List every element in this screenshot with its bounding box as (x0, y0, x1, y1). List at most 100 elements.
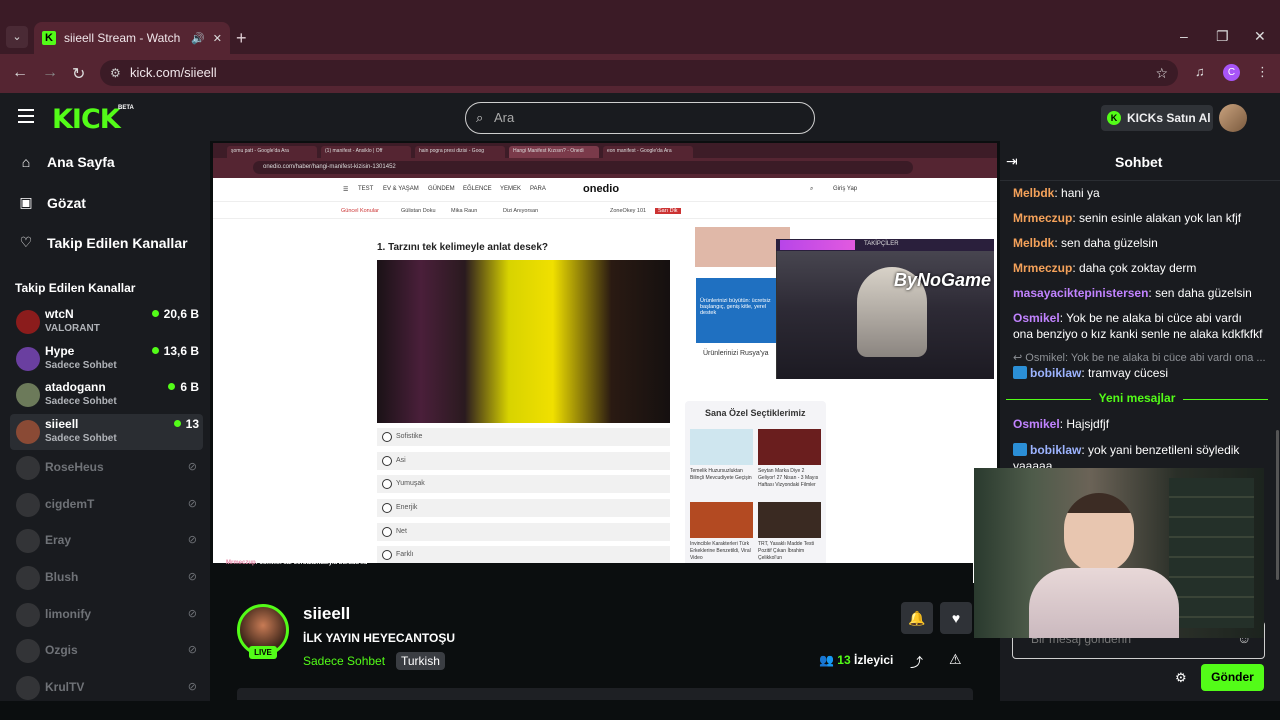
live-badge: LIVE (249, 646, 277, 659)
site-info-icon[interactable]: ⚙ (110, 60, 121, 86)
chat-message: Mrmeczup: senin esinle alakan yok lan kf… (1013, 211, 1242, 225)
video-player[interactable]: şomu patt - Google'da Ara (1) manifest -… (213, 143, 997, 583)
site-search-icon: ⌕ (810, 186, 814, 192)
ad-banner: Ürünlerinizi büyütün: ücretsiz başlangıç… (696, 278, 776, 343)
quiz-option: Sofistike (377, 428, 670, 446)
avatar (16, 529, 40, 553)
nav-following[interactable]: ♡ Takip Edilen Kanallar (18, 234, 188, 251)
chat-message: Melbdk: hani ya (1013, 186, 1100, 200)
chat-message: masayaciktepinistersen: sen daha güzelsi… (1013, 286, 1252, 300)
radio-icon (382, 550, 392, 560)
bookmark-star-icon[interactable]: ☆ (1155, 60, 1168, 86)
offline-icon: ⊘ (187, 571, 197, 583)
channel-item-offline[interactable]: limonify ⊘ (10, 597, 203, 633)
send-button[interactable]: Gönder (1201, 664, 1264, 691)
webcam-face (1064, 493, 1134, 573)
channel-item-offline[interactable]: cigdemT ⊘ (10, 487, 203, 523)
minimize-icon[interactable]: – (1180, 28, 1188, 44)
channel-item-offline[interactable]: Blush ⊘ (10, 560, 203, 596)
option-label: Net (396, 528, 407, 535)
streamer-name[interactable]: siieell (303, 604, 350, 624)
channel-category: Sadece Sohbet (45, 360, 117, 371)
beta-label: BETA (118, 105, 134, 111)
nav-home-label: Ana Sayfa (47, 154, 115, 170)
site-nav-item: EĞLENCE (463, 186, 492, 192)
close-window-icon[interactable]: ✕ (1254, 28, 1266, 45)
radio-icon (382, 456, 392, 466)
forward-icon[interactable]: → (42, 64, 58, 82)
page-scrollbar[interactable] (1276, 430, 1279, 580)
channel-item-offline[interactable]: KrulTV ⊘ (10, 670, 203, 706)
stream-category[interactable]: Sadece Sohbet (303, 654, 385, 668)
about-panel (237, 688, 973, 700)
follow-heart-button[interactable]: ♥ (940, 602, 972, 634)
channel-item-offline[interactable]: Ozgis ⊘ (10, 633, 203, 669)
speaker-icon[interactable]: 🔊 (191, 32, 205, 45)
channel-category: Sadece Sohbet (45, 433, 117, 444)
address-bar[interactable]: ⚙ kick.com/siieell ☆ (100, 60, 1178, 86)
user-avatar[interactable] (1219, 104, 1247, 132)
reload-icon[interactable]: ↻ (72, 64, 85, 84)
nav-browse[interactable]: ▣ Gözat (18, 194, 86, 211)
chat-title: Sohbet (1115, 154, 1163, 170)
channel-name: RoseHeus (45, 460, 104, 474)
channel-item-offline[interactable]: Eray ⊘ (10, 523, 203, 559)
chat-message: Osmikel: Yok be ne alaka bi cüce abi var… (1013, 311, 1263, 341)
channel-item-offline[interactable]: RoseHeus ⊘ (10, 450, 203, 486)
search-icon: ⌕ (476, 110, 484, 125)
channel-item-hype[interactable]: Hype Sadece Sohbet 13,6 B (10, 341, 203, 377)
browser-tab-active[interactable]: K siieell Stream - Watch Live o 🔊 ✕ (34, 22, 230, 54)
pick-caption: Temelik Huzursuzluktan Bilinçli Mevcudiy… (690, 468, 752, 481)
viewer-count: 20,6 B (152, 307, 199, 321)
quiz-option: Yumuşak (377, 475, 670, 493)
channel-item-siieell[interactable]: siieell Sadece Sohbet 13 (10, 414, 203, 450)
option-label: Farklı (396, 551, 414, 558)
webcam-body (1029, 568, 1179, 638)
chat-settings-icon[interactable]: ⚙ (1175, 670, 1187, 686)
nav-home[interactable]: ⌂ Ana Sayfa (18, 154, 115, 170)
share-icon[interactable]: ⤴ (910, 652, 923, 671)
back-icon[interactable]: ← (12, 64, 28, 82)
reply-preview: ↩ Osmikel: Yok be ne alaka bi cüce abi v… (1013, 352, 1266, 364)
reply-icon: ↩ (1013, 352, 1023, 364)
media-icon[interactable]: ♫ (1195, 64, 1205, 79)
site-nav-item: GÜNDEM (428, 186, 455, 192)
hamburger-menu-icon[interactable] (18, 109, 34, 123)
stream-title: İLK YAYIN HEYECANTOŞU (303, 631, 456, 645)
channel-name: Blush (45, 570, 79, 584)
profile-avatar[interactable]: C (1223, 64, 1240, 81)
buy-kicks-button[interactable]: K KICKs Satın Al (1101, 105, 1213, 131)
trend-item: Güncel Konular (341, 208, 379, 214)
channel-item-atadogann[interactable]: atadogann Sadece Sohbet 6 B (10, 377, 203, 413)
follower-goal-fill (780, 240, 855, 250)
kick-logo[interactable]: KICK (52, 104, 121, 135)
stream-tab: Hangi Manifest Kızısın? - Onedi (509, 146, 599, 158)
avatar (16, 310, 40, 334)
notification-bell-button[interactable]: 🔔 (901, 602, 933, 634)
stream-url: onedio.com/haber/hangi-manifest-kizisin-… (253, 161, 913, 174)
menu-dots-icon[interactable]: ⋮ (1256, 64, 1269, 80)
channel-name: KrulTV (45, 680, 85, 694)
kicks-coin-icon: K (1107, 111, 1121, 125)
chat-overlay-caption: Mrmeczup: osmikel sar zorbalamasıyla bur… (226, 560, 367, 566)
quiz-option: Net (377, 523, 670, 541)
streamer-overlay-cam (776, 239, 994, 379)
pick-caption: Seytan Marka Diye 2 Geliyor! 27 Nisan - … (758, 468, 819, 488)
avatar (16, 383, 40, 407)
new-tab-icon[interactable]: + (236, 28, 247, 49)
stream-tag[interactable]: Turkish (396, 652, 445, 670)
quiz-option: Farklı (377, 546, 670, 564)
report-warning-icon[interactable]: ⚠ (949, 651, 962, 668)
site-nav-item: EV & YAŞAM (383, 186, 419, 192)
tab-search-icon[interactable]: ⌄ (6, 26, 28, 48)
close-tab-icon[interactable]: ✕ (213, 32, 222, 45)
channel-item-wtcn[interactable]: wtcN VALORANT 20,6 B (10, 304, 203, 340)
channel-category: Sadece Sohbet (45, 396, 117, 407)
collapse-chat-icon[interactable]: ⇥ (1006, 153, 1018, 170)
trend-item: Mika Raun (451, 208, 478, 214)
site-login: Giriş Yap (833, 186, 858, 192)
search-input[interactable]: ⌕ Ara (465, 102, 815, 134)
restore-icon[interactable]: ❐ (1216, 28, 1229, 45)
site-nav-item: YEMEK (500, 186, 522, 192)
ad-text: Ürünlerinizi Rusya'ya (703, 350, 769, 357)
